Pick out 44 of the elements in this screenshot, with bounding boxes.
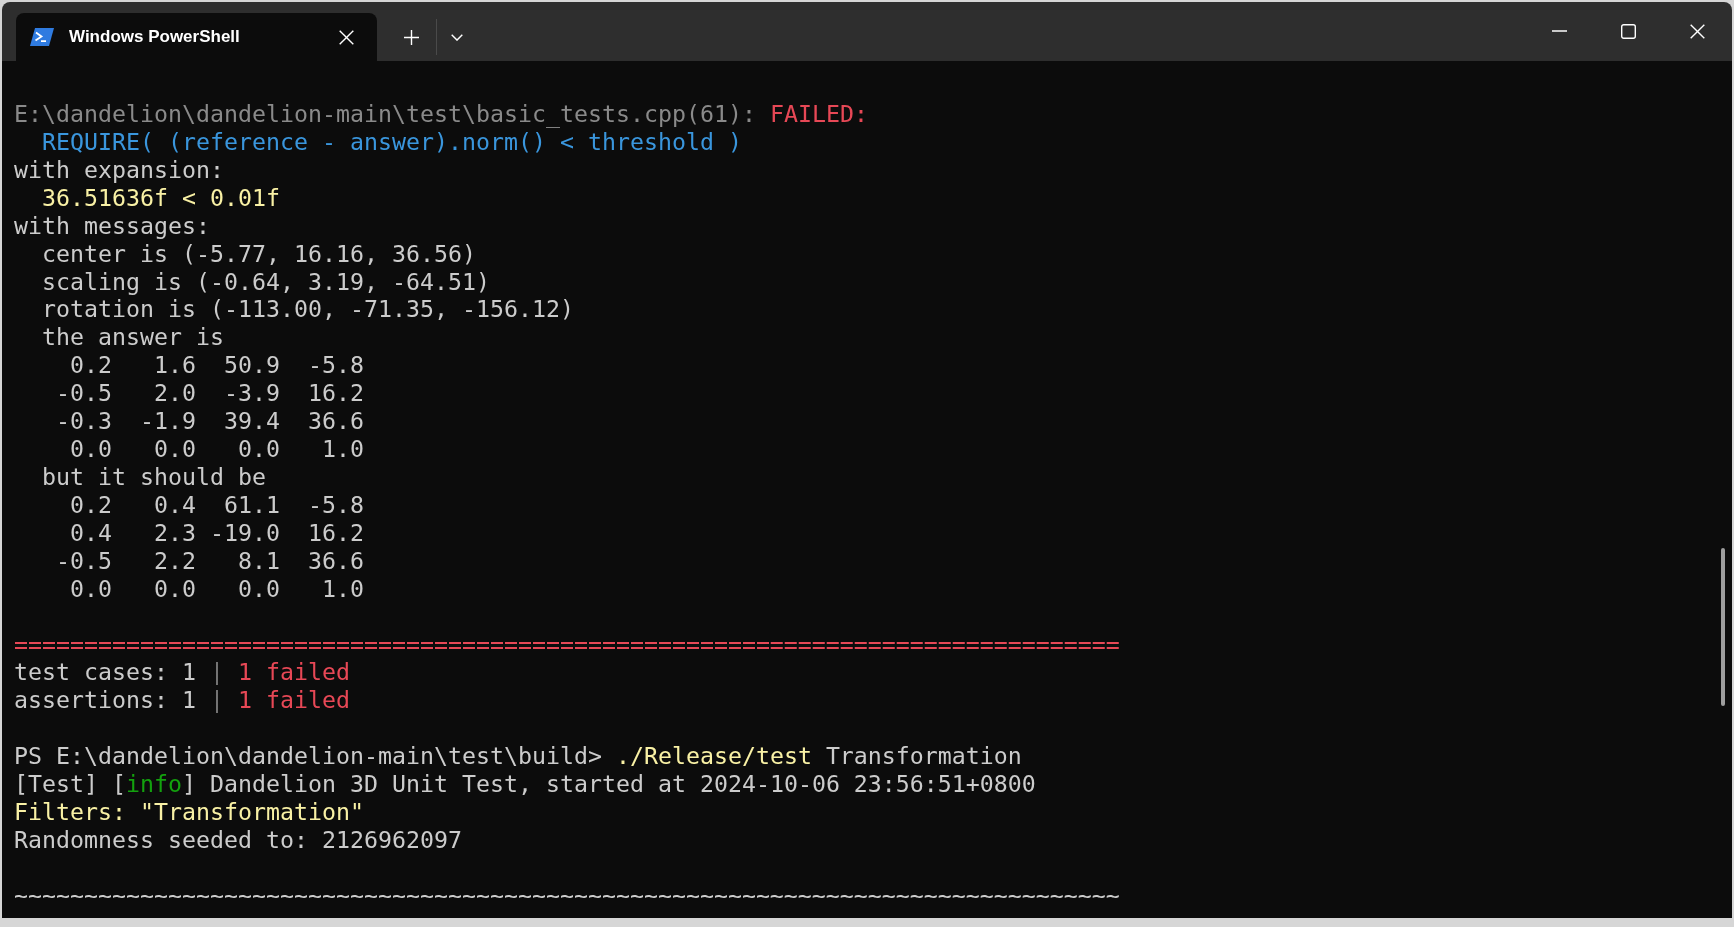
terminal-text: assertions: 1 <box>14 686 196 714</box>
terminal-text: ./Release/test <box>615 742 812 770</box>
terminal-text: scaling is (-0.64, 3.19, -64.51) <box>42 267 490 295</box>
chevron-icon <box>451 33 463 41</box>
terminal-text: test cases: 1 <box>14 658 196 686</box>
maximize-icon <box>1621 23 1636 39</box>
terminal-text: Filters: "Transformation" <box>14 798 364 826</box>
plus-icon <box>403 29 419 45</box>
terminal-text: rotation is (-113.00, -71.35, -156.12) <box>42 295 574 323</box>
terminal-text: 0.0 0.0 0.0 1.0 <box>70 574 364 602</box>
terminal-text: FAILED: <box>769 100 868 127</box>
terminal-text: info <box>126 770 182 798</box>
terminal-text: but it should be <box>42 463 266 490</box>
terminal-text: -0.5 2.2 8.1 36.6 <box>56 546 364 574</box>
scrollbar-thumb[interactable] <box>1721 548 1725 706</box>
terminal-text: 36.51636f < 0.01f <box>42 183 280 211</box>
terminal-text: with messages: <box>14 211 210 239</box>
terminal-text: the answer is <box>42 323 224 351</box>
terminal-text: 0.0 0.0 0.0 1.0 <box>70 435 364 463</box>
terminal-text: REQUIRE( (reference - answer).norm() < threshold ) <box>42 127 742 155</box>
terminal-text: Transformation <box>825 742 1022 770</box>
close-icon <box>338 29 354 45</box>
terminal-text: 0.2 1.6 50.9 -5.8 <box>70 351 364 379</box>
terminal-text: center is (-5.77, 16.16, 36.56) <box>42 239 476 267</box>
terminal-text: Randomness seeded to: 2126962097 <box>14 825 462 853</box>
prompt-icon <box>30 28 54 46</box>
terminal-text: E:\dandelion\dandelion-main\test\basic_tests.cpp(61): <box>14 100 756 127</box>
terminal-text: | <box>210 658 224 686</box>
terminal-text: ] Dandelion 3D Unit Test, started at 2024-10-06 23:56:51+0800 <box>182 770 1036 798</box>
close-icon <box>1690 23 1705 39</box>
terminal-text: PS E:\dandelion\dandelion-main\test\build> <box>14 742 602 770</box>
terminal-text: 0.2 0.4 61.1 -5.8 <box>70 490 364 518</box>
terminal-text: 0.4 2.3 -19.0 16.2 <box>70 518 364 546</box>
terminal-text: -0.3 -1.9 39.4 36.6 <box>56 407 364 435</box>
terminal-text: [Test] [ <box>14 770 126 798</box>
terminal-text: 1 failed <box>238 686 350 714</box>
terminal-text: with expansion: <box>14 155 224 183</box>
minimize-icon <box>1552 30 1567 32</box>
terminal-text: -0.5 2.0 -3.9 16.2 <box>56 379 364 407</box>
terminal-text: ~~~~~~~~~~~~~~~~~~~~~~~~~~~~~~~~~~~~~~~~~~~~~~~~~~~~~~~~~~~~~~~~~~~~~~~~~~~~~~~ <box>14 881 1120 909</box>
terminal-text: =============================================================================== <box>14 630 1120 658</box>
tab[interactable]: Windows PowerShell <box>16 13 377 61</box>
terminal-text: | <box>210 686 224 714</box>
terminal-text: 1 failed <box>238 658 350 686</box>
